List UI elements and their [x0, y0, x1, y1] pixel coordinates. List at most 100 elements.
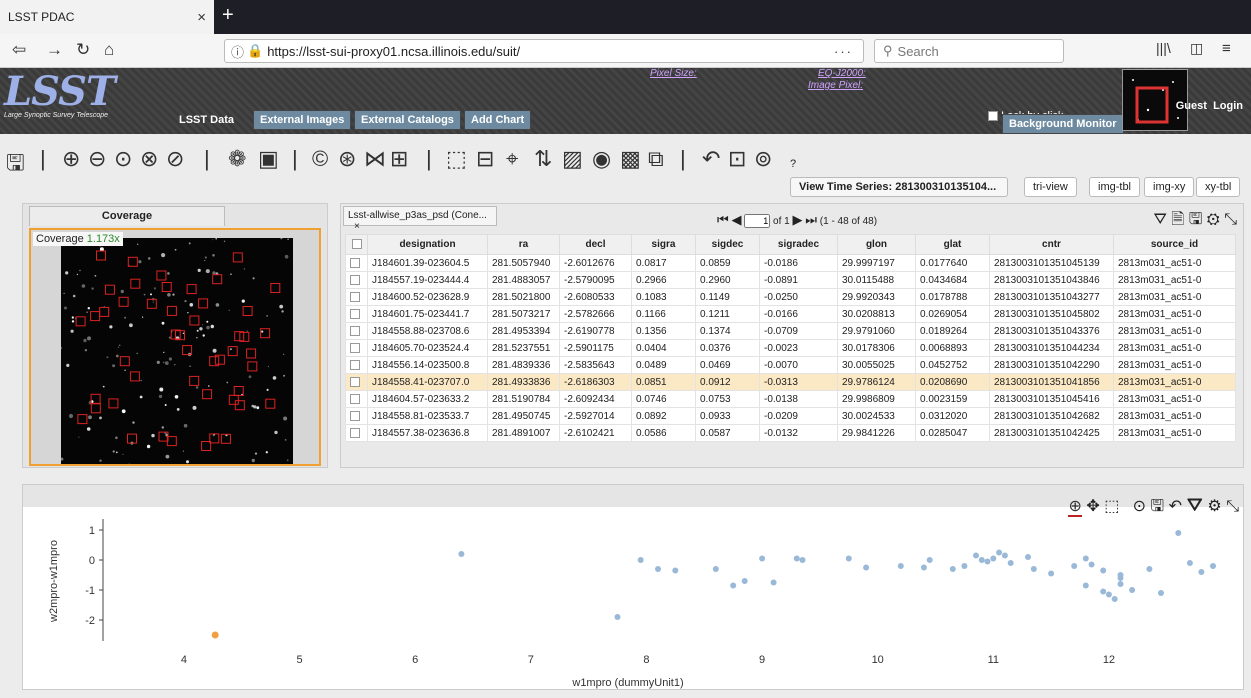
restore-icon[interactable]: © — [312, 146, 328, 172]
zoom-out-icon[interactable]: ⊖ — [88, 146, 106, 172]
view-time-series-button[interactable]: View Time Series: 281300310135104... — [790, 177, 1008, 197]
row-checkbox[interactable] — [350, 257, 360, 268]
filter-icon[interactable]: ⛛ — [1153, 211, 1166, 228]
row-select-cell[interactable] — [345, 322, 368, 340]
first-page-icon[interactable]: ⏮ — [717, 212, 729, 227]
back-icon[interactable]: ⇦ — [12, 40, 26, 60]
table-row[interactable]: J184600.52-023628.9 281.5021800 -2.6080533… — [345, 288, 1236, 306]
pixel-size-label[interactable]: Pixel Size: — [650, 68, 697, 79]
zoom-fill-icon[interactable]: ⊗ — [140, 146, 158, 172]
tab-coverage[interactable]: Coverage — [29, 206, 225, 226]
row-checkbox[interactable] — [350, 325, 360, 336]
help-icon[interactable]: ? — [790, 158, 796, 170]
url-bar[interactable]: ⓘ 🔒 https://lsst-sui-proxy01.ncsa.illino… — [224, 39, 864, 63]
zoom-fit-icon[interactable]: ⊘ — [166, 146, 184, 172]
select-all-checkbox[interactable] — [351, 239, 362, 250]
image-layers-icon[interactable]: ▩ — [620, 146, 641, 172]
column-header-sigra[interactable]: sigra — [631, 234, 696, 255]
table-row[interactable]: J184558.81-023533.7 281.4950745 -2.5927014… — [345, 407, 1236, 425]
row-select-cell[interactable] — [345, 424, 368, 442]
last-page-icon[interactable]: ⏭ — [805, 212, 817, 227]
row-select-cell[interactable] — [345, 390, 368, 408]
table-row[interactable]: J184601.75-023441.7 281.5073217 -2.5782666… — [345, 305, 1236, 323]
recenter-icon[interactable]: ⊞ — [390, 146, 408, 172]
select-area-icon[interactable]: ⬚ — [446, 146, 467, 172]
row-checkbox[interactable] — [350, 274, 360, 285]
color-table-icon[interactable]: ▣ — [258, 146, 279, 172]
search-input[interactable]: ⚲ Search — [874, 39, 1064, 63]
table-tab[interactable]: Lsst-allwise_p3as_psd (Cone... × — [343, 206, 497, 232]
page-actions-icon[interactable]: ··· — [834, 44, 853, 59]
column-header-cntr[interactable]: cntr — [989, 234, 1114, 255]
tab-external-images[interactable]: External Images — [253, 110, 352, 130]
layers-icon[interactable]: ⧉ — [648, 146, 664, 172]
forward-icon[interactable]: → — [46, 40, 63, 60]
img-tbl-button[interactable]: img-tbl — [1089, 177, 1141, 197]
page-input[interactable] — [744, 214, 771, 228]
scatter-chart[interactable]: 10-1-24 5 6 7 8 9 10 11 12w1mpro (dummyUnit1)w2m… — [23, 507, 1243, 689]
new-tab-button[interactable]: + — [222, 4, 234, 27]
row-checkbox[interactable] — [350, 308, 360, 319]
row-select-cell[interactable] — [345, 288, 368, 306]
coverage-image[interactable] — [59, 236, 293, 465]
row-select-cell[interactable] — [345, 373, 368, 391]
lock-image-icon[interactable]: ⊡ — [728, 146, 746, 172]
select-all-cell[interactable] — [345, 234, 368, 255]
column-header-ra[interactable]: ra — [487, 234, 560, 255]
mask-icon[interactable]: ◉ — [592, 146, 611, 172]
background-monitor-button[interactable]: Background Monitor — [1002, 114, 1124, 134]
column-header-sigradec[interactable]: sigradec — [759, 234, 838, 255]
login-link[interactable]: Login — [1213, 100, 1243, 112]
close-table-icon[interactable]: × — [354, 221, 360, 232]
image-pixel-label[interactable]: Image Pixel: — [808, 80, 863, 91]
close-tab-icon[interactable]: × — [197, 9, 206, 26]
row-select-cell[interactable] — [345, 254, 368, 272]
flip-icon[interactable]: ⋈ — [364, 146, 386, 172]
sidebar-icon[interactable]: ◫ — [1190, 40, 1203, 57]
next-page-icon[interactable]: ▶ — [793, 212, 803, 227]
row-select-cell[interactable] — [345, 305, 368, 323]
tab-external-catalogs[interactable]: External Catalogs — [354, 110, 461, 130]
zoom-in-icon[interactable]: ⊕ — [62, 146, 80, 172]
browser-tab[interactable]: LSST PDAC × — [0, 0, 214, 34]
table-row[interactable]: J184558.41-023707.0 281.4933836 -2.6186303… — [345, 373, 1236, 391]
xy-tbl-button[interactable]: xy-tbl — [1196, 177, 1241, 197]
lock-checkbox[interactable] — [988, 111, 998, 122]
rotate-icon[interactable]: ⊛ — [338, 146, 356, 172]
prev-page-icon[interactable]: ◀ — [731, 212, 741, 227]
row-checkbox[interactable] — [350, 376, 360, 387]
table-row[interactable]: J184604.57-023633.2 281.5190784 -2.6092434… — [345, 390, 1236, 408]
expand-icon[interactable]: ⤡ — [1224, 211, 1237, 228]
text-view-icon[interactable]: 🗎 — [1171, 211, 1184, 228]
settings-icon[interactable]: ⚙ — [1207, 211, 1220, 228]
row-select-cell[interactable] — [345, 339, 368, 357]
row-checkbox[interactable] — [350, 359, 360, 370]
north-arrow-icon[interactable]: ⇅ — [534, 146, 552, 172]
info-image-icon[interactable]: ⊚ — [754, 146, 772, 172]
column-header-glon[interactable]: glon — [837, 234, 916, 255]
table-row[interactable]: J184557.38-023636.8 281.4891007 -2.6102421… — [345, 424, 1236, 442]
distance-tool-icon[interactable]: ⊟ — [476, 146, 494, 172]
row-select-cell[interactable] — [345, 407, 368, 425]
tab-lsst-data[interactable]: LSST Data — [172, 110, 241, 130]
library-icon[interactable]: |||\ — [1156, 40, 1171, 56]
table-row[interactable]: J184605.70-023524.4 281.5237551 -2.5901175… — [345, 339, 1236, 357]
info-icon[interactable]: ⓘ — [231, 42, 244, 61]
table-row[interactable]: J184557.19-023444.4 281.4883057 -2.5790095… — [345, 271, 1236, 289]
reload-icon[interactable]: ↻ — [76, 40, 90, 60]
menu-icon[interactable]: ≡ — [1222, 40, 1231, 57]
tri-view-button[interactable]: tri-view — [1024, 177, 1077, 197]
column-header-decl[interactable]: decl — [559, 234, 632, 255]
save-table-icon[interactable]: 🖫 — [1189, 211, 1203, 228]
home-icon[interactable]: ⌂ — [104, 40, 114, 60]
tab-add-chart[interactable]: Add Chart — [464, 110, 532, 130]
grid-icon[interactable]: ▨ — [562, 146, 583, 172]
row-select-cell[interactable] — [345, 356, 368, 374]
row-checkbox[interactable] — [350, 342, 360, 353]
marker-icon[interactable]: ⌖ — [506, 146, 518, 172]
table-row[interactable]: J184558.88-023708.6 281.4953394 -2.6190778… — [345, 322, 1236, 340]
undo-icon[interactable]: ↶ — [702, 146, 720, 172]
table-row[interactable]: J184556.14-023500.8 281.4839336 -2.5835643… — [345, 356, 1236, 374]
row-checkbox[interactable] — [350, 393, 360, 404]
column-header-source_id[interactable]: source_id — [1113, 234, 1236, 255]
